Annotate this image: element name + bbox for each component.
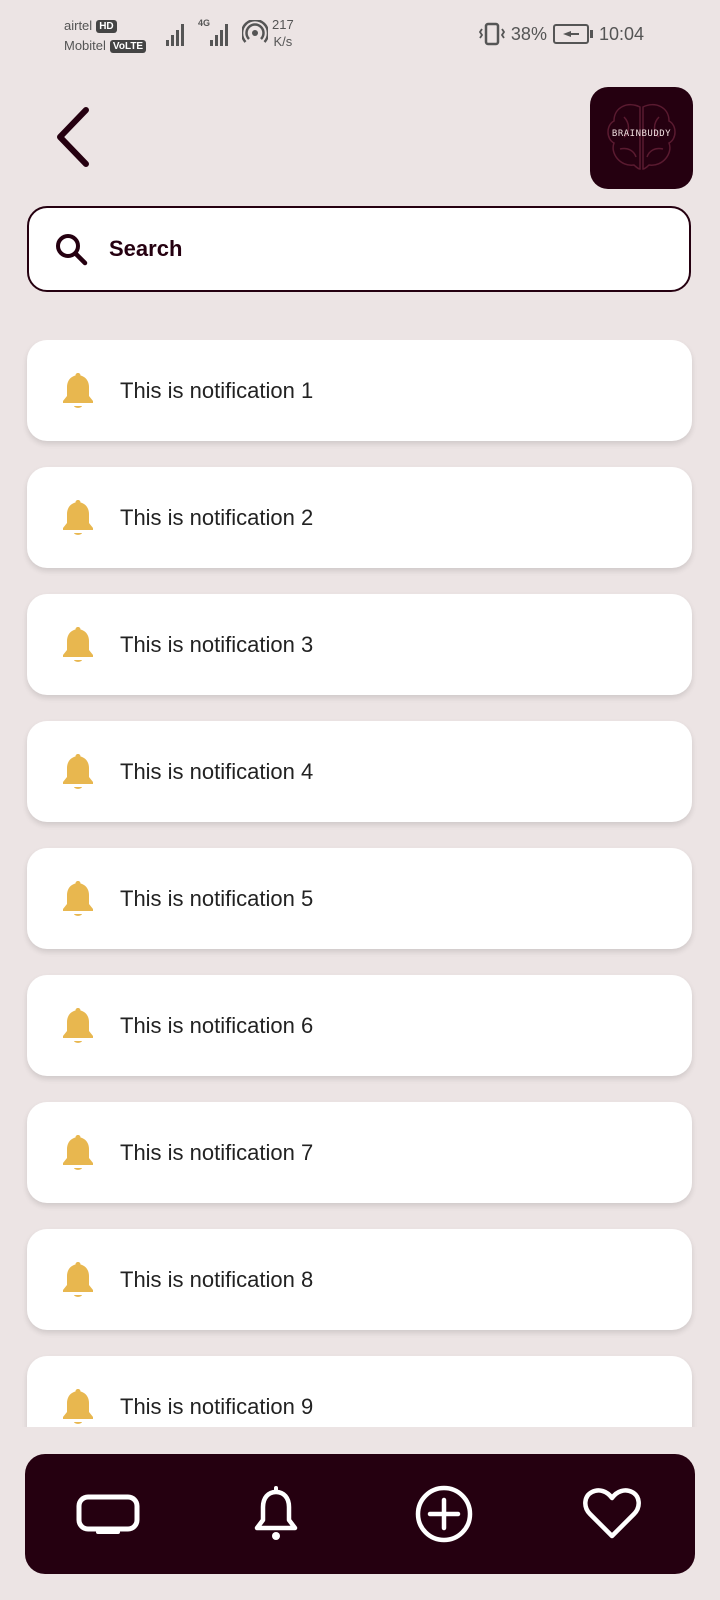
net-speed-unit: K/s	[273, 34, 293, 49]
tv-icon	[76, 1494, 140, 1534]
notification-text: This is notification 6	[120, 1012, 314, 1038]
battery-icon	[552, 24, 593, 44]
signal-strength-icon	[166, 24, 184, 46]
bell-icon	[63, 372, 93, 408]
notification-item[interactable]: This is notification 4	[27, 721, 692, 822]
carrier-1-name: airtel	[64, 18, 93, 33]
signal-icons: 4G	[166, 18, 268, 46]
notification-text: This is notification 8	[120, 1266, 314, 1292]
plus-circle-icon	[415, 1485, 473, 1543]
bell-icon	[254, 1486, 298, 1540]
carrier-1-badge: HD	[96, 19, 117, 33]
chevron-left-icon	[57, 107, 89, 167]
signal-4g-icon: 4G	[198, 18, 232, 46]
vibrate-icon	[478, 22, 505, 46]
carrier-info: airtel HD Mobitel VoLTE	[64, 16, 147, 56]
bell-icon	[63, 1388, 93, 1424]
search-input[interactable]	[107, 235, 631, 263]
nav-notifications-button[interactable]	[244, 1482, 308, 1546]
logo-text: BRAINBUDDY	[611, 129, 672, 139]
bell-icon	[63, 499, 93, 535]
hotspot-icon	[242, 20, 268, 43]
notification-item[interactable]: This is notification 2	[27, 467, 692, 568]
status-right: 38% 10:04	[478, 22, 644, 46]
bottom-nav	[25, 1454, 695, 1574]
notification-text: This is notification 2	[120, 504, 314, 530]
bell-icon	[63, 1007, 93, 1043]
bell-icon	[63, 1134, 93, 1170]
notification-item[interactable]: This is notification 8	[27, 1229, 692, 1330]
notification-text: This is notification 4	[120, 758, 314, 784]
net-speed-value: 217	[272, 17, 294, 32]
bell-icon	[63, 626, 93, 662]
nav-favorites-button[interactable]	[580, 1482, 644, 1546]
heart-icon	[583, 1488, 641, 1539]
carrier-2-name: Mobitel	[64, 38, 106, 53]
bell-icon	[63, 880, 93, 916]
notification-item[interactable]: This is notification 9	[27, 1356, 692, 1427]
notification-text: This is notification 5	[120, 885, 314, 911]
notification-text: This is notification 9	[120, 1393, 314, 1419]
notification-item[interactable]: This is notification 6	[27, 975, 692, 1076]
battery-percent: 38%	[510, 23, 547, 44]
bell-icon	[63, 1261, 93, 1297]
nav-tv-button[interactable]	[76, 1482, 140, 1546]
clock: 10:04	[598, 23, 644, 44]
notification-text: This is notification 7	[120, 1139, 314, 1165]
notification-text: This is notification 3	[120, 631, 314, 657]
notification-text: This is notification 1	[120, 377, 314, 403]
notification-item[interactable]: This is notification 3	[27, 594, 692, 695]
status-bar: airtel HD Mobitel VoLTE 4G 217 K/s 38% 1…	[0, 0, 720, 70]
notification-list: This is notification 1 This is notificat…	[0, 340, 720, 1427]
notification-item[interactable]: This is notification 1	[27, 340, 692, 441]
net-speed: 217 K/s	[272, 16, 294, 50]
notification-item[interactable]: This is notification 5	[27, 848, 692, 949]
nav-add-button[interactable]	[412, 1482, 476, 1546]
carrier-2-badge: VoLTE	[109, 39, 147, 53]
app-logo: BRAINBUDDY	[590, 87, 693, 189]
back-button[interactable]	[46, 102, 102, 172]
bell-icon	[63, 753, 93, 789]
notification-item[interactable]: This is notification 7	[27, 1102, 692, 1203]
search-bar[interactable]	[27, 206, 691, 292]
search-icon	[56, 234, 88, 266]
